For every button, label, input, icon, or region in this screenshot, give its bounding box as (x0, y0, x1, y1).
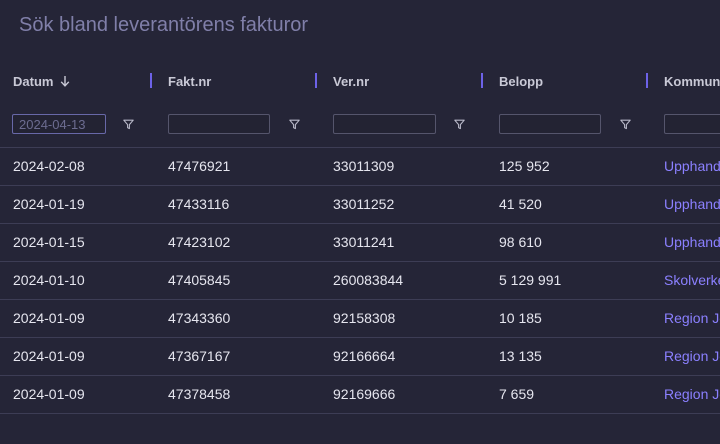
cell-vernr: 33011241 (333, 234, 395, 250)
column-header-datum[interactable]: Datum (13, 62, 70, 100)
cell-belopp: 98 610 (499, 234, 542, 250)
column-header-vernr[interactable]: Ver.nr (333, 62, 369, 100)
table-row[interactable]: 2024-01-09 47367167 92166664 13 135 Regi… (0, 337, 720, 375)
cell-belopp: 13 135 (499, 348, 542, 364)
table-row[interactable]: 2024-01-09 47378458 92169666 7 659 Regio… (0, 375, 720, 414)
cell-kommun-link[interactable]: Region Jönköpings län (664, 300, 720, 337)
cell-belopp: 41 520 (499, 196, 542, 212)
table-row[interactable]: 2024-01-19 47433116 33011252 41 520 Upph… (0, 185, 720, 223)
cell-kommun-link[interactable]: Upphandlingsmyndigheten (664, 148, 720, 185)
table-row[interactable]: 2024-01-10 47405845 260083844 5 129 991 … (0, 261, 720, 299)
cell-vernr: 260083844 (333, 272, 404, 288)
cell-faktnr: 47476921 (168, 158, 231, 174)
cell-vernr: 92166664 (333, 348, 396, 364)
cell-vernr: 33011252 (333, 196, 395, 212)
cell-faktnr: 47433116 (168, 196, 230, 212)
cell-datum: 2024-01-09 (13, 386, 85, 402)
column-header-belopp[interactable]: Belopp (499, 62, 543, 100)
column-header-label: Ver.nr (333, 73, 370, 89)
column-header-faktnr[interactable]: Fakt.nr (168, 62, 211, 100)
cell-datum: 2024-02-08 (13, 158, 85, 174)
table-row[interactable]: 2024-01-09 47343360 92158308 10 185 Regi… (0, 299, 720, 337)
vernr-filter-input[interactable] (333, 114, 436, 134)
sort-descending-icon[interactable] (60, 75, 70, 87)
column-header-label: Belopp (499, 73, 544, 89)
cell-faktnr: 47343360 (168, 310, 231, 326)
cell-datum: 2024-01-15 (13, 234, 85, 250)
column-header-label: Kommun (664, 73, 720, 89)
cell-kommun-link[interactable]: Skolverket (664, 262, 720, 299)
table-header: Datum Fakt.nr Ver.nr Belopp Kommun (0, 62, 720, 100)
cell-kommun-link[interactable]: Region Jönköpings län (664, 338, 720, 375)
faktnr-filter-input[interactable] (168, 114, 270, 134)
cell-faktnr: 47423102 (168, 234, 231, 250)
cell-vernr: 92169666 (333, 386, 396, 402)
cell-kommun-link[interactable]: Upphandlingsmyndigheten (664, 224, 720, 261)
column-header-label: Fakt.nr (168, 73, 212, 89)
column-resize-handle[interactable] (481, 73, 483, 88)
cell-datum: 2024-01-09 (13, 348, 85, 364)
belopp-filter-input[interactable] (499, 114, 601, 134)
invoice-table-body: 2024-02-08 47476921 33011309 125 952 Upp… (0, 147, 720, 414)
cell-belopp: 10 185 (499, 310, 542, 326)
filter-row (0, 104, 720, 144)
column-header-kommun[interactable]: Kommun (664, 62, 720, 100)
column-resize-handle[interactable] (646, 73, 648, 88)
cell-belopp: 125 952 (499, 158, 550, 174)
cell-vernr: 33011309 (333, 158, 395, 174)
column-resize-handle[interactable] (150, 73, 152, 88)
filter-icon[interactable] (287, 117, 301, 131)
kommun-filter-input[interactable] (664, 114, 720, 134)
datum-filter-input[interactable] (12, 114, 106, 134)
filter-icon[interactable] (121, 117, 135, 131)
cell-belopp: 7 659 (499, 386, 535, 402)
filter-icon[interactable] (452, 117, 466, 131)
column-resize-handle[interactable] (315, 73, 317, 88)
cell-vernr: 92158308 (333, 310, 396, 326)
search-title: Sök bland leverantörens fakturor (19, 14, 309, 36)
cell-faktnr: 47378458 (168, 386, 231, 402)
cell-faktnr: 47367167 (168, 348, 231, 364)
cell-datum: 2024-01-10 (13, 272, 85, 288)
cell-datum: 2024-01-09 (13, 310, 85, 326)
cell-belopp: 5 129 991 (499, 272, 562, 288)
table-row[interactable]: 2024-01-15 47423102 33011241 98 610 Upph… (0, 223, 720, 261)
table-row[interactable]: 2024-02-08 47476921 33011309 125 952 Upp… (0, 147, 720, 185)
column-header-label: Datum (13, 73, 54, 89)
invoice-search-page: Sök bland leverantörens fakturor Datum F… (0, 0, 720, 444)
cell-kommun-link[interactable]: Region Jönköpings län (664, 376, 720, 413)
cell-kommun-link[interactable]: Upphandlingsmyndigheten (664, 186, 720, 223)
filter-icon[interactable] (618, 117, 632, 131)
cell-datum: 2024-01-19 (13, 196, 85, 212)
cell-faktnr: 47405845 (168, 272, 231, 288)
